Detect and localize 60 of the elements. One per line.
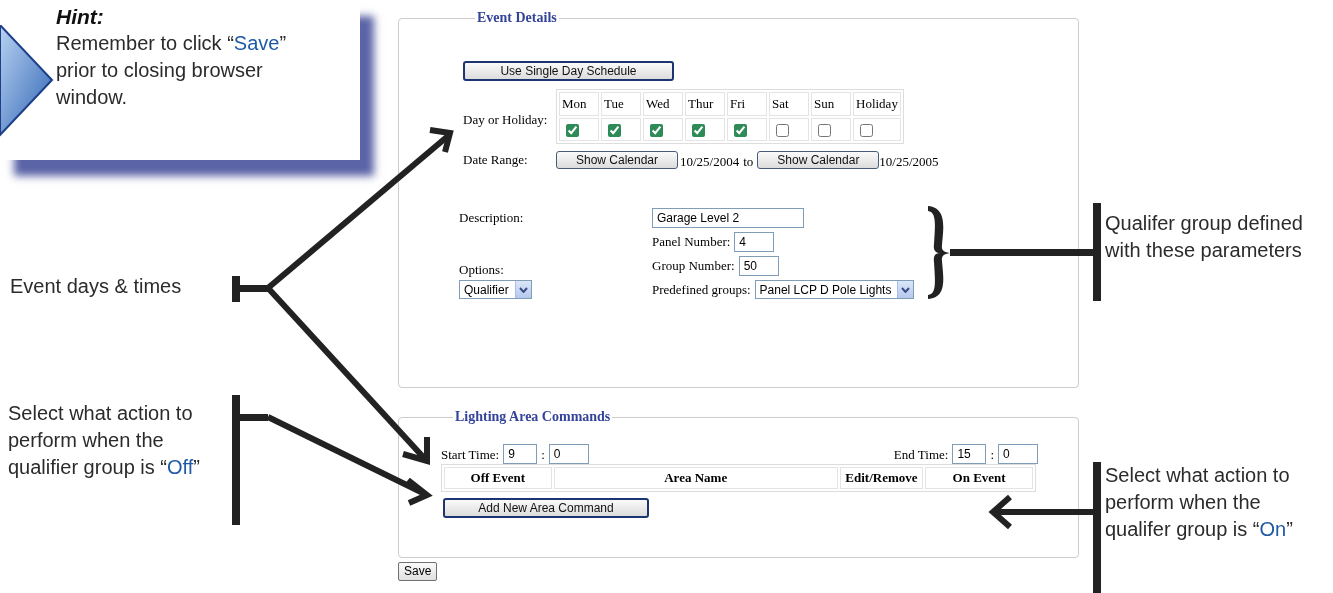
description-field[interactable]: Garage Level 2: [652, 207, 804, 228]
field-label: Day or Holiday:: [463, 110, 549, 129]
hint-text: Remember to click “Save” prior to closing browser window.: [56, 31, 288, 110]
caret-icon: [518, 286, 528, 293]
hour-field[interactable]: 15: [952, 444, 987, 464]
day-checkbox[interactable]: [608, 124, 621, 137]
time-separator: :: [541, 445, 545, 464]
minute-field[interactable]: 0: [998, 444, 1038, 464]
annotation-text: Qualifer group defined with these parameters: [1105, 211, 1304, 263]
panel-number-field[interactable]: 4: [734, 231, 775, 252]
day-checkbox[interactable]: [776, 124, 789, 137]
minute-field[interactable]: 0: [548, 444, 589, 464]
field-label: Group Number:: [652, 257, 735, 275]
field-label: Panel Number:: [652, 233, 731, 251]
day-checkbox[interactable]: [860, 124, 873, 137]
annotation-text: Event days & times: [10, 274, 183, 299]
column-header: Area Name: [553, 467, 838, 489]
column-header: On Event: [925, 467, 1033, 489]
day-checkbox[interactable]: [734, 124, 747, 137]
bracket-connector: [232, 276, 268, 302]
day-checkbox[interactable]: [650, 124, 663, 137]
day-label: Sun: [814, 96, 835, 111]
save-button[interactable]: Save: [398, 562, 438, 581]
hour-field[interactable]: 9: [503, 444, 538, 464]
add-command-button[interactable]: Add New Area Command: [443, 497, 649, 518]
date-text: 10/25/2005: [879, 153, 939, 171]
field-label: Date Range:: [463, 151, 529, 169]
field-label: End Time:: [893, 445, 949, 464]
column-header: Edit/Remove: [839, 467, 924, 489]
single-day-button[interactable]: Use Single Day Schedule: [463, 61, 674, 81]
section-title: Lighting Area Commands: [454, 410, 612, 424]
calendar-button[interactable]: Show Calendar: [757, 150, 880, 169]
day-checkbox[interactable]: [692, 124, 705, 137]
date-text: to: [743, 153, 754, 171]
options-dropdown[interactable]: Qualifier: [459, 280, 532, 299]
field-label: Options:: [459, 261, 505, 279]
column-header: Off Event: [444, 467, 552, 489]
day-label: Tue: [604, 96, 624, 111]
caret-icon: [901, 286, 911, 293]
field-label: Description:: [459, 208, 525, 227]
annotation-text: Select what action to perform when the qualifier group is “Off”: [8, 401, 201, 480]
group-number-field[interactable]: 50: [738, 255, 779, 276]
hint-title: Hint:: [56, 4, 105, 30]
annotation-text: Select what action to perform when the qualifer group is “On”: [1105, 463, 1294, 542]
calendar-button[interactable]: Show Calendar: [556, 150, 678, 169]
hint-icon: [0, 25, 54, 137]
day-checkbox[interactable]: [818, 124, 831, 137]
day-label: Mon: [562, 96, 587, 111]
groups-dropdown[interactable]: Panel LCP D Pole Lights: [754, 280, 915, 299]
section-title: Event Details: [476, 11, 558, 25]
day-label: Sat: [772, 96, 789, 111]
day-label: Wed: [646, 96, 670, 111]
field-label: Start Time:: [441, 445, 500, 464]
time-separator: :: [990, 445, 994, 464]
day-label: Fri: [730, 96, 746, 111]
day-label: Thur: [688, 96, 714, 111]
day-checkbox[interactable]: [566, 124, 579, 137]
field-label: Predefined groups:: [652, 280, 751, 299]
day-label: Holiday: [856, 96, 898, 111]
date-text: 10/25/2004: [680, 153, 740, 171]
